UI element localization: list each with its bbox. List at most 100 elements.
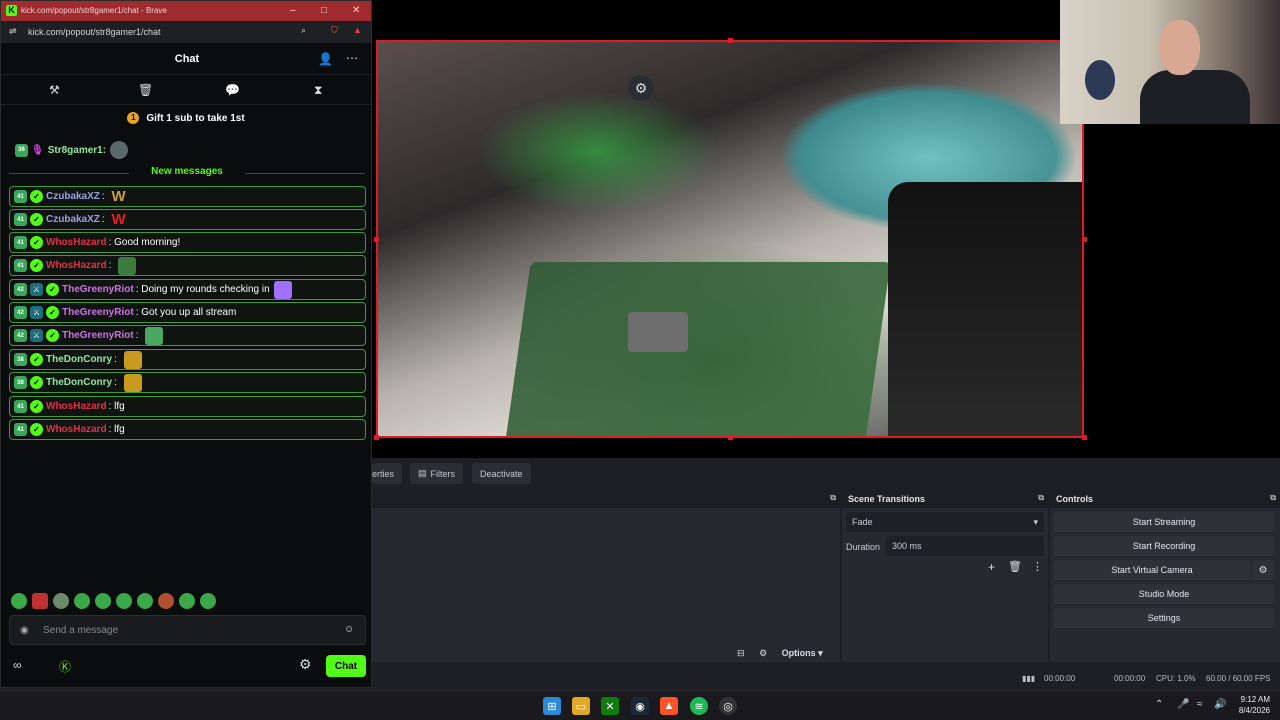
chat-username[interactable]: TheGreenyRiot (62, 284, 134, 295)
emote-icon[interactable] (200, 593, 216, 609)
resize-handle-left[interactable] (374, 237, 379, 242)
resize-handle-right[interactable] (1082, 237, 1087, 242)
mic-icon[interactable]: 🎤 (1177, 699, 1189, 710)
chat-message[interactable]: 41 ✓ CzubakaXZ: W (9, 209, 366, 230)
chat-message[interactable]: 38 ✓ TheDonConry: (9, 372, 366, 393)
emote-icon[interactable] (95, 593, 111, 609)
chat-bubble-icon[interactable]: 💬 (225, 83, 240, 97)
user-settings-icon[interactable]: 👤 (318, 52, 333, 66)
dock-popout-icon[interactable]: ⧉ (830, 493, 836, 503)
emote-icon[interactable] (32, 593, 48, 609)
emote-icon[interactable] (116, 593, 132, 609)
volume-icon[interactable]: 🔊 (1214, 699, 1226, 710)
chat-username[interactable]: WhosHazard (46, 260, 107, 271)
emote-icon[interactable] (11, 593, 27, 609)
more-options-icon[interactable]: ⋯ (346, 51, 358, 65)
hourglass-icon[interactable]: ⧗ (314, 83, 322, 98)
hammer-icon[interactable]: ⚒ (49, 83, 60, 97)
chat-settings-icon[interactable]: ⚙ (299, 656, 312, 673)
settings-button[interactable]: Settings (1054, 608, 1274, 628)
layout-icon[interactable]: ⊟ (737, 648, 745, 658)
more-menu-icon[interactable]: ⋮ (1032, 560, 1043, 573)
channel-points-icon[interactable]: ∞ (13, 658, 22, 672)
emote-icon[interactable] (53, 593, 69, 609)
start-virtual-camera-button[interactable]: Start Virtual Camera (1054, 560, 1250, 580)
emote-icon[interactable] (137, 593, 153, 609)
chat-message[interactable]: 42 ⚔ ✓ TheGreenyRiot: (9, 325, 366, 346)
brave-shield-icon[interactable]: ⛉ (331, 25, 338, 36)
address-bar[interactable]: ⇌ kick.com/popout/str8gamer1/chat ⌕ ⛉ ▲ (1, 21, 371, 43)
sub-badge: 41 (14, 423, 27, 436)
brave-rewards-icon[interactable]: ▲ (353, 25, 362, 35)
gift-sub-banner[interactable]: 1 Gift 1 sub to take 1st (1, 105, 371, 131)
add-transition-icon[interactable]: + (988, 560, 995, 574)
new-messages-divider[interactable]: New messages (1, 166, 373, 180)
tray-chevron-icon[interactable]: ⌃ (1155, 699, 1163, 710)
chat-username[interactable]: CzubakaXZ (46, 214, 100, 225)
chat-username[interactable]: WhosHazard (46, 401, 107, 412)
start-streaming-button[interactable]: Start Streaming (1054, 512, 1274, 532)
emote-picker-icon[interactable]: ◉ (20, 625, 29, 636)
start-recording-button[interactable]: Start Recording (1054, 536, 1274, 556)
send-chat-button[interactable]: Chat (326, 655, 366, 677)
resize-handle-bottom-left[interactable] (374, 435, 379, 440)
minimize-icon[interactable]: – (290, 5, 296, 16)
emote-icon[interactable] (179, 593, 195, 609)
resize-handle-bottom[interactable] (728, 435, 733, 440)
chat-message[interactable]: 41 ✓ WhosHazard: (9, 255, 366, 276)
deactivate-button[interactable]: Deactivate (472, 463, 531, 484)
close-icon[interactable]: ✕ (352, 5, 360, 16)
chat-text: Good morning! (114, 237, 181, 248)
file-explorer-icon[interactable]: ▭ (572, 697, 590, 715)
trash-icon[interactable]: 🗑 (1008, 560, 1022, 573)
chat-message[interactable]: 41 ✓ WhosHazard: Good morning! (9, 232, 366, 253)
chat-username[interactable]: TheDonConry (46, 377, 112, 388)
steam-icon[interactable]: ◉ (631, 697, 649, 715)
chat-message[interactable]: 41 ✓ CzubakaXZ: W (9, 186, 366, 207)
filters-button[interactable]: ▤ Filters (410, 463, 464, 484)
message-input[interactable]: ◉ Send a message ☺ (9, 615, 366, 645)
top-user-name[interactable]: Str8gamer1: (48, 145, 106, 156)
xbox-icon[interactable]: ✕ (601, 697, 619, 715)
trash-icon[interactable]: 🗑 (138, 83, 153, 97)
virtual-camera-settings-icon[interactable]: ⚙ (1252, 560, 1274, 580)
chat-username[interactable]: WhosHazard (46, 237, 107, 248)
chat-message[interactable]: 42 ⚔ ✓ TheGreenyRiot: Got you up all stream (9, 302, 366, 323)
brave-icon[interactable]: ▲ (660, 697, 678, 715)
windows-start-icon[interactable]: ⊞ (543, 697, 561, 715)
verified-badge-icon: ✓ (46, 329, 59, 342)
studio-mode-button[interactable]: Studio Mode (1054, 584, 1274, 604)
message-placeholder: Send a message (43, 625, 119, 636)
zoom-icon[interactable]: ⌕ (301, 25, 306, 36)
chat-username[interactable]: TheGreenyRiot (62, 330, 134, 341)
spotify-icon[interactable]: ≋ (690, 697, 708, 715)
properties-button[interactable]: erties (372, 463, 403, 484)
chat-message[interactable]: 41 ✓ WhosHazard: lfg (9, 396, 366, 417)
kick-logo-icon[interactable]: Ⓚ (59, 658, 71, 675)
obs-icon[interactable]: ◎ (719, 697, 737, 715)
resize-handle-bottom-right[interactable] (1082, 435, 1087, 440)
smiley-icon[interactable]: ☺ (344, 624, 354, 635)
chat-username[interactable]: TheGreenyRiot (62, 307, 134, 318)
emote-icon[interactable] (74, 593, 90, 609)
video-source-preview[interactable]: ⚙ (376, 40, 1084, 438)
emote-icon[interactable] (158, 593, 174, 609)
duration-input[interactable]: 300 ms (886, 536, 1044, 556)
transition-select[interactable]: Fade ▾ (846, 512, 1044, 532)
maximize-icon[interactable]: □ (321, 5, 327, 16)
chat-username[interactable]: CzubakaXZ (46, 191, 100, 202)
chat-message[interactable]: 41 ✓ WhosHazard: lfg (9, 419, 366, 440)
options-menu[interactable]: Options ▾ (782, 648, 823, 658)
dock-popout-icon[interactable]: ⧉ (1038, 493, 1044, 503)
webcam-source[interactable] (1060, 0, 1280, 124)
chat-message[interactable]: 38 ✓ TheDonConry: (9, 349, 366, 370)
advanced-icon[interactable]: ⚙ (759, 648, 767, 658)
dock-popout-icon[interactable]: ⧉ (1270, 493, 1276, 503)
site-settings-icon[interactable]: ⇌ (9, 26, 17, 37)
chat-username[interactable]: TheDonConry (46, 354, 112, 365)
clock[interactable]: 9:12 AM 8/4/2026 (1239, 694, 1270, 716)
wifi-icon[interactable]: ≈ (1197, 699, 1203, 710)
chat-username[interactable]: WhosHazard (46, 424, 107, 435)
chat-message[interactable]: 42 ⚔ ✓ TheGreenyRiot: Doing my rounds check… (9, 279, 366, 300)
resize-handle-top[interactable] (728, 38, 733, 43)
